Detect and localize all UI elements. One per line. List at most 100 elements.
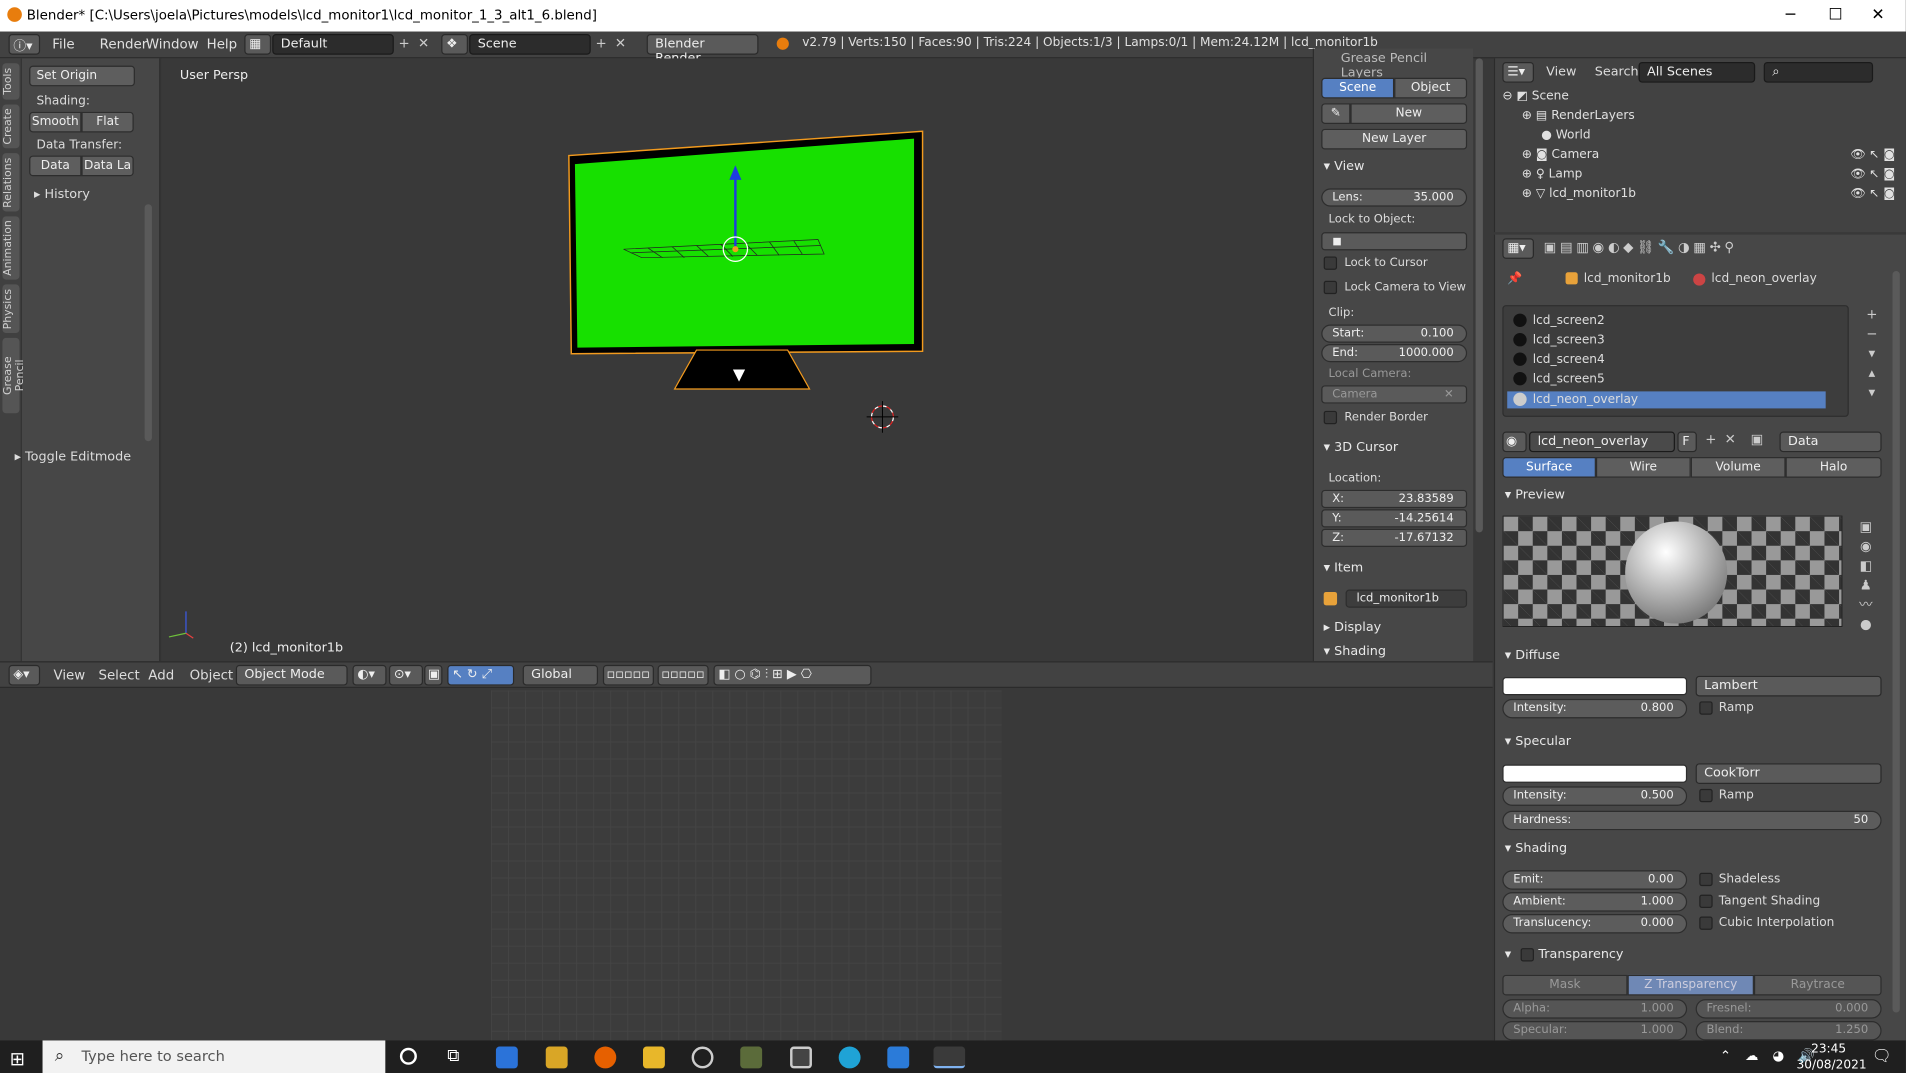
obs-icon[interactable] bbox=[691, 1046, 714, 1069]
diffuse-panel-header[interactable]: ▾ Diffuse bbox=[1505, 648, 1560, 663]
scene-icon[interactable]: ❖ bbox=[441, 34, 468, 55]
specular-shader-select[interactable]: CookTorr bbox=[1695, 763, 1882, 784]
add-scene-icon[interactable]: + bbox=[592, 35, 610, 53]
scene-button[interactable]: Scene bbox=[1321, 77, 1395, 99]
cursor-y-field[interactable]: Y: -14.25614 bbox=[1321, 509, 1468, 528]
cortana-icon[interactable] bbox=[399, 1047, 417, 1065]
shading-panel-header[interactable]: ▾ Shading bbox=[1324, 644, 1386, 659]
mode-select[interactable]: Object Mode bbox=[235, 664, 348, 686]
cursor-x-field[interactable]: X: 23.83589 bbox=[1321, 489, 1468, 509]
close-button[interactable]: ✕ bbox=[1850, 0, 1906, 32]
preview-panel-header[interactable]: ▾ Preview bbox=[1505, 487, 1565, 502]
xournal-icon[interactable] bbox=[740, 1046, 763, 1069]
add-layout-icon[interactable]: + bbox=[395, 35, 413, 53]
tab-halo[interactable]: Halo bbox=[1785, 457, 1882, 478]
properties-context-tabs[interactable]: ▣▤▥◉◐◆⛓🔧◑▦✣⚲ bbox=[1544, 239, 1738, 255]
alpha-field[interactable]: Alpha: 1.000 bbox=[1502, 999, 1688, 1019]
screen-layout-icon[interactable]: ▦ bbox=[244, 34, 272, 55]
specular-intensity-field[interactable]: Intensity: 0.500 bbox=[1502, 786, 1688, 806]
z-transparency-button[interactable]: Z Transparency bbox=[1627, 974, 1754, 996]
tangent-shading-checkbox[interactable] bbox=[1699, 894, 1713, 908]
material-slot-active[interactable]: lcd_neon_overlay bbox=[1507, 391, 1826, 408]
diffuse-shader-select[interactable]: Lambert bbox=[1695, 675, 1882, 697]
smooth-button[interactable]: Smooth bbox=[29, 111, 82, 133]
pencil-icon[interactable]: ✎ bbox=[1321, 103, 1351, 124]
firefox-icon[interactable] bbox=[594, 1046, 617, 1069]
fresnel-field[interactable]: Fresnel: 0.000 bbox=[1695, 999, 1882, 1019]
transparency-panel-header[interactable]: ▾ Transparency bbox=[1505, 947, 1624, 962]
display-panel-header[interactable]: ▸ Display bbox=[1324, 620, 1382, 635]
new-button[interactable]: New bbox=[1350, 103, 1468, 124]
cubic-interpolation-checkbox[interactable] bbox=[1699, 916, 1713, 930]
blend-field[interactable]: Blend: 1.250 bbox=[1695, 1021, 1882, 1041]
material-slot[interactable]: lcd_screen3 bbox=[1513, 333, 1605, 347]
new-layer-button[interactable]: New Layer bbox=[1321, 128, 1468, 150]
mask-button[interactable]: Mask bbox=[1502, 974, 1628, 996]
lock-camera-checkbox[interactable] bbox=[1323, 280, 1338, 295]
data-layout-button[interactable]: Data La bbox=[81, 155, 134, 177]
outliner-search-input[interactable]: ⌕ bbox=[1763, 61, 1874, 83]
transparency-specular-field[interactable]: Specular: 1.000 bbox=[1502, 1021, 1688, 1041]
material-browse-icon[interactable]: ◉ bbox=[1502, 431, 1527, 453]
edge-icon[interactable] bbox=[838, 1046, 861, 1069]
tab-animation[interactable]: Animation bbox=[2, 216, 20, 280]
viewport-shading-icon[interactable]: ◐▾ bbox=[352, 664, 387, 686]
render-engine-select[interactable]: Blender Render bbox=[646, 34, 759, 66]
raytrace-button[interactable]: Raytrace bbox=[1753, 974, 1882, 996]
taskbar-app-icon[interactable] bbox=[495, 1046, 518, 1069]
shading-panel-header[interactable]: ▾ Shading bbox=[1505, 841, 1567, 856]
layers-grid-2[interactable]: ▫▫▫▫▫ bbox=[657, 664, 709, 686]
add-material-icon[interactable]: + bbox=[1702, 432, 1720, 450]
outliner-type-icon[interactable]: ☰▾ bbox=[1502, 61, 1534, 83]
grease-pencil-layers-header[interactable]: Grease Pencil Layers bbox=[1341, 51, 1473, 80]
n-panel-scrollbar[interactable] bbox=[1475, 58, 1483, 533]
emit-field[interactable]: Emit: 0.00 bbox=[1502, 870, 1688, 890]
windows-start-icon[interactable]: ⊞ bbox=[10, 1048, 25, 1070]
3d-viewport[interactable]: User Persp (2) lcd_monitor1b bbox=[161, 58, 1312, 662]
diffuse-ramp-checkbox[interactable] bbox=[1699, 701, 1713, 715]
viewport-scene[interactable] bbox=[162, 58, 1312, 661]
material-slot[interactable]: lcd_screen4 bbox=[1513, 352, 1605, 366]
menu-window[interactable]: Window bbox=[146, 36, 199, 52]
store-icon[interactable] bbox=[545, 1046, 568, 1069]
item-name-field[interactable]: lcd_monitor1b bbox=[1345, 589, 1468, 608]
file-explorer-icon[interactable] bbox=[642, 1046, 665, 1069]
screen-layout-select[interactable]: Default bbox=[272, 34, 394, 55]
orientation-select[interactable]: Global bbox=[522, 664, 599, 686]
hardness-field[interactable]: Hardness: 50 bbox=[1502, 810, 1882, 831]
unlink-material-icon[interactable]: ✕ bbox=[1721, 432, 1739, 450]
clock-time[interactable]: 23:45 bbox=[1811, 1043, 1846, 1056]
lens-field[interactable]: Lens: 35.000 bbox=[1321, 188, 1468, 207]
tab-relations[interactable]: Relations bbox=[2, 153, 20, 212]
properties-scrollbar[interactable] bbox=[1892, 271, 1900, 1013]
menu-object[interactable]: Object bbox=[190, 667, 234, 683]
outliner-row-lamp[interactable]: ⊕ ♀ Lamp bbox=[1522, 168, 1583, 181]
outliner-row-scene[interactable]: ⊖ ◩ Scene bbox=[1502, 90, 1568, 103]
tool-shelf-scrollbar[interactable] bbox=[144, 204, 152, 442]
pin-icon[interactable]: 📌 bbox=[1507, 272, 1522, 285]
cursor-z-field[interactable]: Z: -17.67132 bbox=[1321, 528, 1468, 547]
outliner-menu-search[interactable]: Search bbox=[1595, 64, 1639, 79]
item-panel-header[interactable]: ▾ Item bbox=[1324, 560, 1364, 575]
menu-add[interactable]: Add bbox=[148, 667, 174, 683]
editor-grid[interactable] bbox=[491, 690, 1002, 1041]
outliner-row-lcd-monitor1b[interactable]: ⊕ ▽ lcd_monitor1b bbox=[1522, 187, 1636, 200]
tab-grease-pencil[interactable]: Grease Pencil bbox=[2, 337, 27, 414]
lock-to-cursor-checkbox[interactable] bbox=[1323, 256, 1338, 270]
outliner-scenes-select[interactable]: All Scenes bbox=[1638, 61, 1756, 83]
material-slot[interactable]: lcd_screen5 bbox=[1513, 371, 1605, 386]
node-icon[interactable]: ▣ bbox=[1748, 432, 1766, 450]
menu-help[interactable]: Help bbox=[207, 36, 237, 52]
shadeless-checkbox[interactable] bbox=[1699, 872, 1713, 887]
specular-color-swatch[interactable] bbox=[1502, 764, 1688, 783]
editor-type-3dview-icon[interactable]: ◈▾ bbox=[8, 664, 41, 686]
remove-scene-icon[interactable]: ✕ bbox=[611, 35, 629, 53]
ambient-field[interactable]: Ambient: 1.000 bbox=[1502, 892, 1688, 912]
menu-select[interactable]: Select bbox=[98, 667, 139, 683]
flat-button[interactable]: Flat bbox=[81, 111, 134, 133]
3d-cursor-panel-header[interactable]: ▾ 3D Cursor bbox=[1324, 440, 1398, 455]
object-button[interactable]: Object bbox=[1394, 77, 1468, 99]
properties-type-icon[interactable]: ▦▾ bbox=[1502, 238, 1534, 259]
clip-end-field[interactable]: End: 1000.000 bbox=[1321, 343, 1468, 363]
notifications-icon[interactable]: 🗨 bbox=[1872, 1048, 1892, 1066]
